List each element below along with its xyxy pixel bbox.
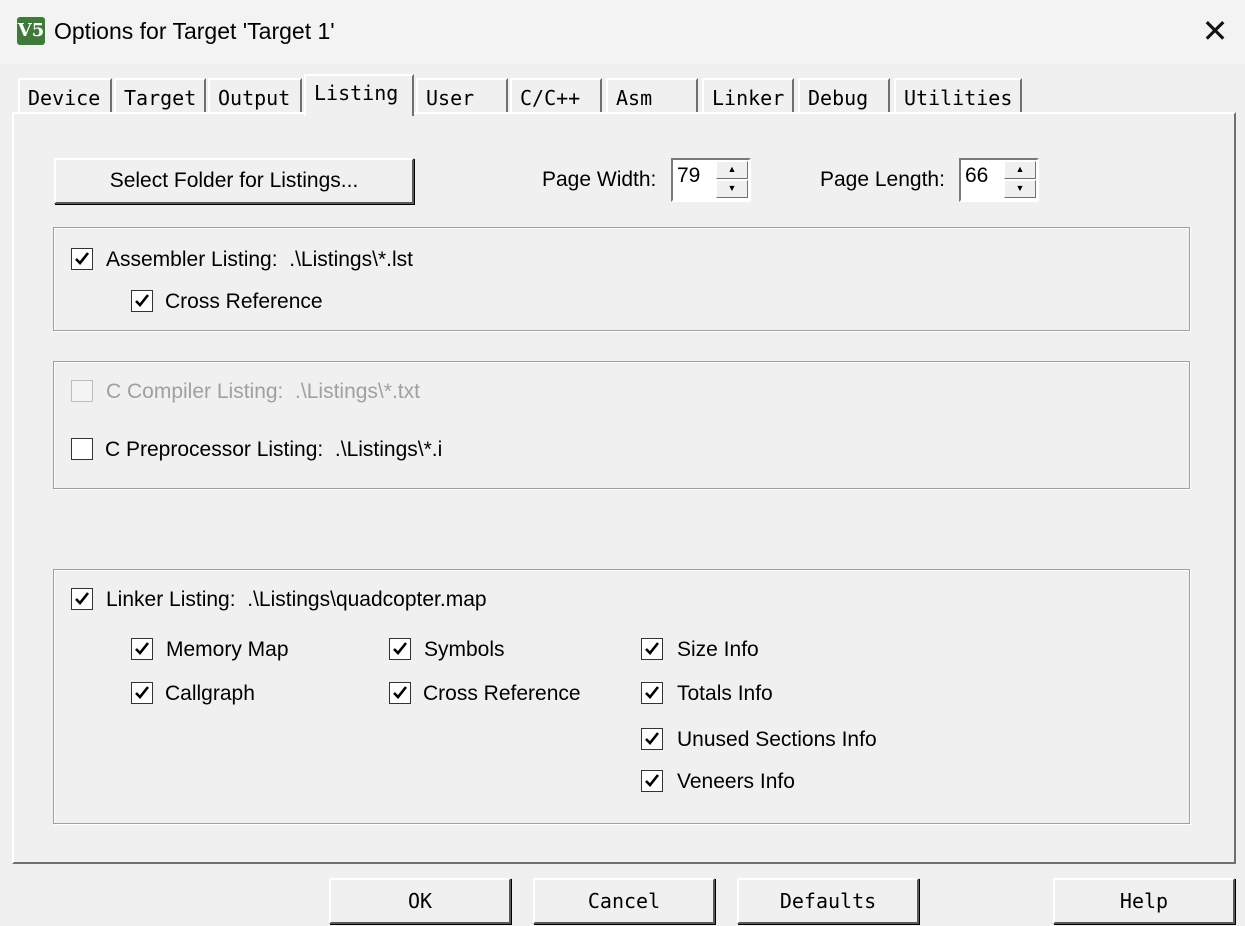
assembler-group: [53, 227, 1190, 331]
checkmark-icon: [645, 642, 660, 655]
veneers-info-checkbox[interactable]: [641, 770, 663, 792]
tab-listing[interactable]: Listing: [304, 74, 414, 116]
window-title: Options for Target 'Target 1': [54, 18, 335, 44]
totals-info-label: Totals Info: [677, 682, 773, 705]
tab-user[interactable]: User: [416, 78, 508, 112]
asm-cross-reference-checkbox[interactable]: [131, 290, 153, 312]
assembler-listing-checkbox[interactable]: [71, 248, 93, 270]
ok-button[interactable]: OK: [329, 878, 511, 924]
checkmark-icon: [393, 686, 408, 699]
callgraph-checkbox[interactable]: [131, 682, 153, 704]
defaults-button[interactable]: Defaults: [737, 878, 919, 924]
checkmark-icon: [75, 252, 90, 265]
page-width-spinner[interactable]: 79 ▲ ▼: [671, 158, 751, 202]
size-info-label: Size Info: [677, 638, 759, 661]
c-preprocessor-listing-label: C Preprocessor Listing: .\Listings\*.i: [105, 438, 443, 461]
tab-output[interactable]: Output: [208, 78, 302, 112]
page-width-value[interactable]: 79: [677, 164, 700, 188]
veneers-info-label: Veneers Info: [677, 770, 795, 793]
linker-listing-checkbox[interactable]: [71, 588, 93, 610]
cancel-button[interactable]: Cancel: [533, 878, 715, 924]
symbols-label: Symbols: [424, 638, 505, 661]
checkmark-icon: [135, 294, 150, 307]
tab-debug[interactable]: Debug: [798, 78, 890, 112]
checkmark-icon: [645, 732, 660, 745]
memory-map-label: Memory Map: [166, 638, 289, 661]
linker-listing-label: Linker Listing: .\Listings\quadcopter.ma…: [106, 588, 487, 611]
tab-utilities[interactable]: Utilities: [894, 78, 1022, 112]
checkmark-icon: [75, 592, 90, 605]
checkmark-icon: [645, 774, 660, 787]
tab-cpp[interactable]: C/C++: [510, 78, 602, 112]
tab-asm[interactable]: Asm: [606, 78, 698, 112]
linker-cross-reference-label: Cross Reference: [423, 682, 581, 705]
checkmark-icon: [645, 686, 660, 699]
page-length-value[interactable]: 66: [965, 164, 988, 188]
checkmark-icon: [135, 642, 150, 655]
tab-device[interactable]: Device: [18, 78, 112, 112]
asm-cross-reference-label: Cross Reference: [165, 290, 323, 313]
page-length-spinner[interactable]: 66 ▲ ▼: [959, 158, 1039, 202]
memory-map-checkbox[interactable]: [131, 638, 153, 660]
c-compiler-listing-label: C Compiler Listing: .\Listings\*.txt: [106, 380, 420, 403]
linker-cross-reference-checkbox[interactable]: [389, 682, 411, 704]
app-icon: V5: [17, 17, 45, 45]
unused-sections-info-checkbox[interactable]: [641, 728, 663, 750]
assembler-listing-label: Assembler Listing: .\Listings\*.lst: [106, 248, 413, 271]
help-button[interactable]: Help: [1053, 878, 1235, 924]
page-width-label: Page Width:: [542, 168, 657, 191]
spin-down-icon[interactable]: ▼: [716, 180, 748, 198]
size-info-checkbox[interactable]: [641, 638, 663, 660]
spin-up-icon[interactable]: ▲: [1004, 161, 1036, 179]
tab-linker[interactable]: Linker: [702, 78, 794, 112]
tab-target[interactable]: Target: [114, 78, 206, 112]
symbols-checkbox[interactable]: [389, 638, 411, 660]
spin-up-icon[interactable]: ▲: [716, 161, 748, 179]
checkmark-icon: [393, 642, 408, 655]
callgraph-label: Callgraph: [165, 682, 255, 705]
select-folder-button[interactable]: Select Folder for Listings...: [54, 158, 414, 204]
page-length-label: Page Length:: [820, 168, 945, 191]
checkmark-icon: [135, 686, 150, 699]
close-button[interactable]: ✕: [1195, 12, 1235, 52]
c-compiler-listing-checkbox: [71, 380, 93, 402]
spin-down-icon[interactable]: ▼: [1004, 180, 1036, 198]
c-preprocessor-listing-checkbox[interactable]: [71, 438, 93, 460]
totals-info-checkbox[interactable]: [641, 682, 663, 704]
unused-sections-info-label: Unused Sections Info: [677, 728, 877, 751]
